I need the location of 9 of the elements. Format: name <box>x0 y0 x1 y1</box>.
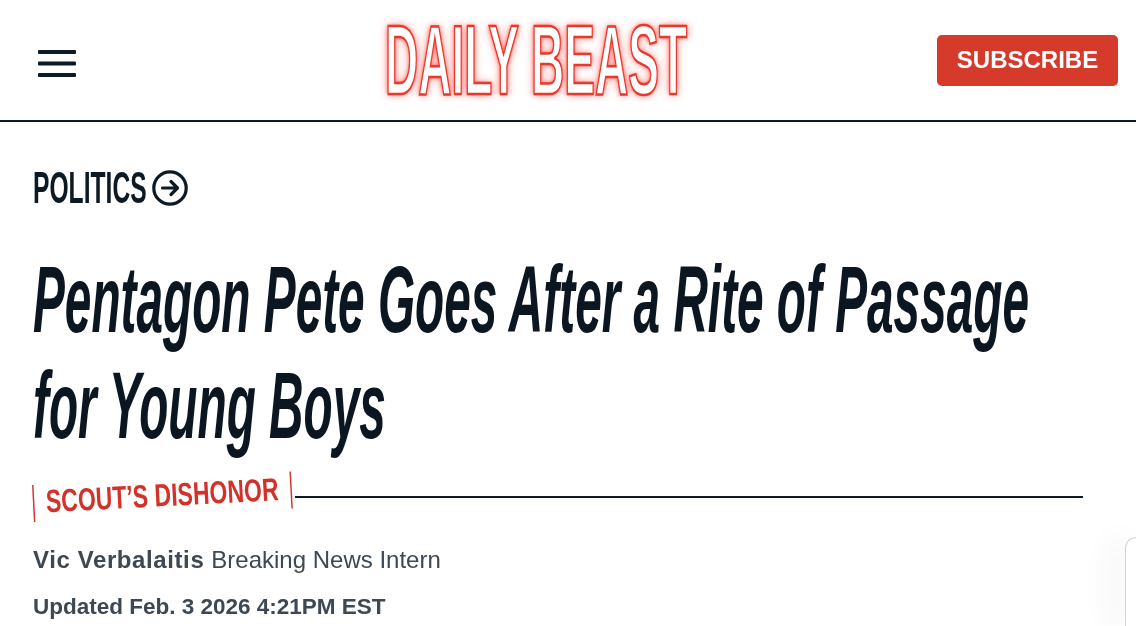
section-link[interactable]: POLITICS <box>33 166 147 210</box>
updated-timestamp: Updated Feb. 3 2026 4:21PM EST <box>33 594 386 619</box>
author-role: Breaking News Intern <box>211 546 441 573</box>
headline: Pentagon Pete Goes After a Rite of Passage for Young Boys <box>33 247 1030 459</box>
arrow-circle-icon[interactable] <box>151 170 188 206</box>
subscribe-button[interactable]: SUBSCRIBE <box>937 34 1118 86</box>
kicker-label: SCOUT’S DISHONOR <box>32 471 293 522</box>
menu-icon[interactable] <box>38 49 76 77</box>
author-name: Vic Verbalaitis <box>33 546 205 573</box>
